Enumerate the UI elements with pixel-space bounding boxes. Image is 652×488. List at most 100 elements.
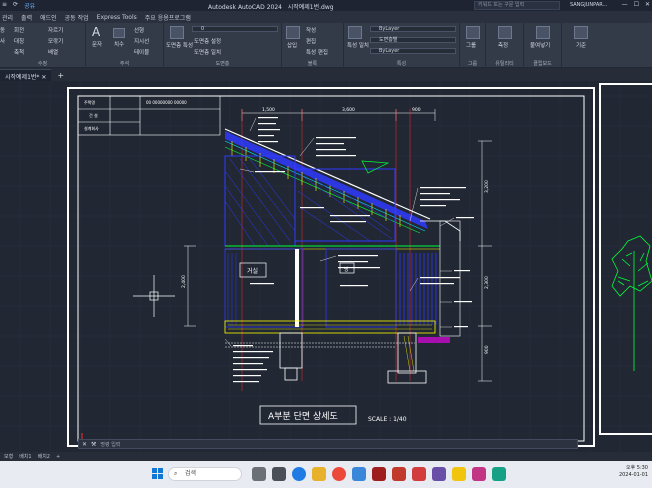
measure-icon[interactable] [498,26,512,39]
copy-tool[interactable]: 사 [0,37,5,45]
maximize-icon[interactable]: ☐ [634,1,639,8]
ribbon-tabs: 관리 출력 애드인 공동 작업 Express Tools 주요 응용프로그램 [0,11,652,23]
dim-top-2: 3,600 [342,107,355,113]
base-view-icon[interactable] [574,26,588,39]
properties-panel: 특성 일치 ByLayer 도면층별 ByLayer 특성 [344,23,460,68]
command-line[interactable]: ✕ ⚒ 명령 입력 [78,439,578,449]
panel-title: 주석 [119,61,130,67]
drawing-viewport[interactable]: 주택명 건 설 설계회사 00 00000000 00000 1,500 3,6… [0,81,652,452]
dim-right-1: 3,200 [484,180,490,193]
layer-properties-icon[interactable] [170,26,184,39]
block-panel: 삽입 작성 편집 특성 편집 블록 [282,23,344,68]
new-tab-icon[interactable]: + [57,71,64,81]
titleblock-value: 00 00000000 00000 [146,100,187,105]
panel-title: 특성 [396,61,407,67]
paste-label: 붙여넣기 [530,43,551,49]
linear-dim-tool[interactable]: 선형 [134,26,144,34]
panel-title: 도면층 [215,61,230,67]
match-properties-label: 특성 일치 [347,43,369,49]
titleblock-owner-label: 주택명 [84,99,95,105]
dimension-icon[interactable] [113,28,125,38]
windows-start-icon[interactable] [152,468,164,480]
share-button[interactable]: 공유 [24,1,35,10]
group-icon[interactable] [466,26,480,39]
layer-match-tool[interactable]: 도면층 일치 [194,48,221,56]
dim-right-3: 900 [484,345,490,354]
autocad-taskbar-icon[interactable] [392,467,406,481]
widgets-icon[interactable] [252,467,266,481]
minimize-icon[interactable]: — [622,1,628,8]
utilities-panel: 측정 유틸리티 [486,23,524,68]
panel-title: 클립보드 [533,61,552,67]
dim-top-3: 900 [412,107,421,113]
paste-icon[interactable] [536,26,550,39]
text-icon[interactable]: A [92,26,106,39]
app2-icon[interactable] [432,467,446,481]
match-properties-icon[interactable] [348,26,362,39]
panel-title: 수정 [37,61,48,67]
edit-attributes-tool[interactable]: 특성 편집 [306,48,328,56]
task-view-icon[interactable] [272,467,286,481]
file-tab-label: 시작예제1번* [5,74,40,81]
fillet-tool[interactable]: 모깎기 [48,37,63,45]
color-dropdown[interactable]: ByLayer [370,26,456,32]
file-tab[interactable]: 시작예제1번* ✕ [0,69,52,81]
clipboard-panel: 붙여넣기 클립보드 [524,23,562,68]
table-tool[interactable]: 테이블 [134,48,149,56]
layer-properties-label: 도면층 특성 [166,43,194,49]
close-cmd-icon[interactable]: ✕ [82,441,87,448]
dim-left: 2,400 [181,275,187,288]
menu-icon[interactable]: ≡ [2,1,7,10]
roof [224,128,431,234]
scale-tool[interactable]: 축척 [14,48,24,56]
move-tool[interactable]: 동 [0,26,5,34]
rotate-tool[interactable]: 회전 [14,26,24,34]
keyword-search-input[interactable]: 키워드 또는 구문 입력 [474,1,560,10]
kakaotalk-icon[interactable] [452,467,466,481]
app-icon[interactable] [412,467,426,481]
close-icon[interactable]: ✕ [645,1,650,8]
command-input[interactable]: 명령 입력 [100,441,120,448]
edge-browser-icon[interactable] [292,467,306,481]
app3-icon[interactable] [492,467,506,481]
insert-block-icon[interactable] [286,26,300,39]
tab-express-tools[interactable]: Express Tools [97,14,137,21]
user-account[interactable]: SANGJUNPAR... [570,2,607,8]
trim-tool[interactable]: 자르기 [48,26,63,34]
file-explorer-icon[interactable] [312,467,326,481]
array-tool[interactable]: 배열 [48,48,58,56]
layer-dropdown[interactable]: 0 [192,26,278,32]
dim-right-2: 2,300 [484,276,490,289]
edit-block-tool[interactable]: 편집 [306,37,316,45]
dimension-label: 치수 [114,42,125,48]
instagram-icon[interactable] [472,467,486,481]
tab-addins[interactable]: 애드인 [40,13,57,22]
base-label: 기준 [576,43,587,49]
leader-tool[interactable]: 지시선 [134,37,149,45]
create-block-tool[interactable]: 작성 [306,26,316,34]
room-living-label: 거실 [247,267,258,275]
wrench-icon[interactable]: ⚒ [91,441,96,448]
chrome-icon[interactable] [332,467,346,481]
layout1-tab[interactable]: 배치1 [19,453,31,460]
tab-featured-apps[interactable]: 주요 응용프로그램 [145,13,191,22]
autocad-icon[interactable] [372,467,386,481]
tab-manage[interactable]: 관리 [2,13,13,22]
mirror-tool[interactable]: 대칭 [14,37,24,45]
sync-icon[interactable]: ⟳ [13,1,18,10]
layer-settings-tool[interactable]: 도면층 설정 [194,37,221,45]
taskbar-search[interactable]: ⌕ 검색 [168,467,242,481]
model-tab[interactable]: 모형 [4,453,13,460]
layout2-tab[interactable]: 배치2 [38,453,50,460]
tab-output[interactable]: 출력 [21,13,32,22]
clock-time: 오후 5:30 [625,465,648,471]
lineweight-dropdown[interactable]: ByLayer [370,48,456,54]
system-tray[interactable]: 오후 5:30 2024-01-01 [619,465,648,479]
tab-collaborate[interactable]: 공동 작업 [65,13,89,22]
windows-taskbar: ⌕ 검색 오후 5:30 2024-01-01 [0,461,652,488]
store-icon[interactable] [352,467,366,481]
linetype-dropdown[interactable]: 도면층별 [370,37,456,43]
add-layout-icon[interactable]: + [56,454,60,460]
file-tabs: 시작예제1번* ✕ + [0,68,652,81]
right-dimension [478,140,492,382]
